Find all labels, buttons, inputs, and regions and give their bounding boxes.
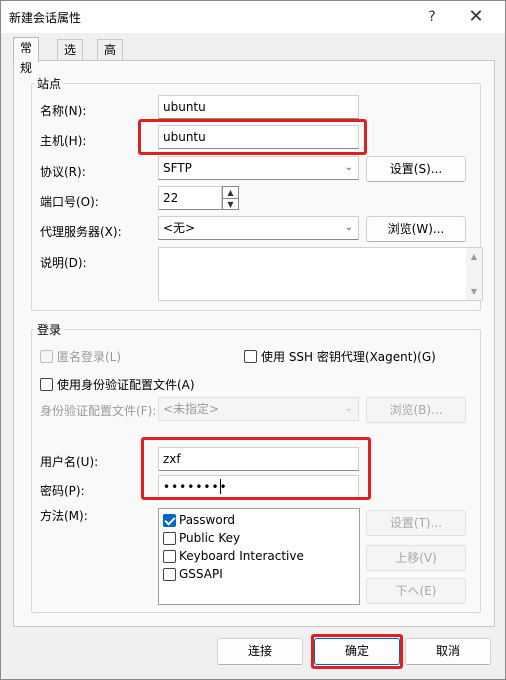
method-public-key-row[interactable]: Public Key: [163, 530, 353, 548]
ssh-agent-label: 使用 SSH 密钥代理(Xagent)(G): [261, 350, 436, 364]
method-gssapi-label: GSSAPI: [179, 567, 223, 581]
method-keyboard-interactive-row[interactable]: Keyboard Interactive: [163, 548, 353, 566]
port-input[interactable]: 22: [158, 186, 222, 210]
proxy-browse-button[interactable]: 浏览(W)...: [366, 216, 466, 242]
chevron-down-icon: ⌄: [344, 403, 353, 414]
anonymous-login-checkbox[interactable]: [40, 350, 53, 363]
host-label: 主机(H):: [40, 134, 87, 148]
stepper-up-icon[interactable]: ▲: [223, 187, 238, 198]
move-up-button[interactable]: 上移(V): [366, 545, 466, 571]
scroll-up-icon[interactable]: ▲: [466, 252, 482, 261]
auth-method-list[interactable]: Password Public Key Keyboard Interactive…: [158, 508, 360, 605]
method-password-row[interactable]: Password: [163, 512, 353, 530]
tab-general[interactable]: 常规: [13, 37, 40, 75]
auth-profile-label: 身份验证配置文件(F):: [40, 404, 157, 418]
protocol-value: SFTP: [163, 161, 192, 175]
proxy-select[interactable]: <无> ⌄: [158, 216, 359, 240]
method-password-label: Password: [179, 513, 236, 527]
text-caret: [220, 479, 221, 494]
site-group-title: 站点: [37, 77, 62, 91]
ok-button[interactable]: 确定: [314, 638, 400, 665]
port-stepper[interactable]: ▲ ▼: [222, 186, 239, 210]
protocol-select[interactable]: SFTP ⌄: [158, 156, 359, 180]
ssh-agent-checkbox[interactable]: [244, 350, 257, 363]
session-properties-dialog: 新建会话属性 ? ✕ 常规 选项 高级 站点 名称(N): ubuntu 主机(…: [0, 0, 506, 680]
method-public-key-checkbox[interactable]: [163, 532, 176, 545]
auth-profile-value: <未指定>: [163, 402, 220, 416]
auth-profile-browse-button[interactable]: 浏览(B)...: [366, 397, 466, 423]
help-icon[interactable]: ?: [419, 5, 445, 29]
tab-panel-general: 站点 名称(N): ubuntu 主机(H): ubuntu 协议(R): SF…: [13, 60, 495, 627]
title-bar: 新建会话属性 ? ✕: [1, 1, 505, 33]
method-label: 方法(M):: [40, 509, 88, 523]
use-auth-profile-label: 使用身份验证配置文件(A): [57, 378, 195, 392]
method-gssapi-checkbox[interactable]: [163, 568, 176, 581]
password-label: 密码(P):: [40, 484, 85, 498]
login-group-title: 登录: [37, 323, 62, 337]
proxy-label: 代理服务器(X):: [40, 225, 122, 239]
method-public-key-label: Public Key: [179, 531, 241, 545]
description-textarea[interactable]: ▲ ▼: [158, 247, 483, 301]
method-keyboard-interactive-checkbox[interactable]: [163, 550, 176, 563]
move-down-button[interactable]: 下へ(E): [366, 578, 466, 604]
name-label: 名称(N):: [40, 104, 87, 118]
use-auth-profile-checkbox[interactable]: [40, 378, 53, 391]
scroll-down-icon[interactable]: ▼: [466, 287, 482, 296]
username-label: 用户名(U):: [40, 455, 99, 469]
tab-options[interactable]: 选项: [57, 39, 84, 77]
username-input[interactable]: zxf: [158, 447, 359, 471]
password-value: ••••••••: [163, 480, 228, 494]
chevron-down-icon: ⌄: [344, 222, 353, 233]
tab-advanced[interactable]: 高级: [97, 39, 124, 77]
description-label: 说明(D):: [40, 256, 87, 270]
port-label: 端口号(O):: [40, 195, 99, 209]
method-keyboard-interactive-label: Keyboard Interactive: [179, 549, 304, 563]
cancel-button[interactable]: 取消: [405, 638, 491, 665]
connect-button[interactable]: 连接: [217, 638, 303, 665]
method-settings-button[interactable]: 设置(T)...: [366, 510, 466, 536]
dialog-title: 新建会话属性: [9, 11, 82, 25]
description-scrollbar[interactable]: ▲ ▼: [466, 248, 482, 300]
proxy-value: <无>: [163, 221, 196, 235]
chevron-down-icon: ⌄: [344, 162, 353, 173]
method-gssapi-row[interactable]: GSSAPI: [163, 566, 353, 584]
method-password-checkbox[interactable]: [163, 514, 176, 527]
auth-profile-select[interactable]: <未指定> ⌄: [158, 397, 359, 421]
protocol-settings-button[interactable]: 设置(S)...: [366, 156, 466, 182]
host-input[interactable]: ubuntu: [158, 125, 359, 149]
stepper-down-icon[interactable]: ▼: [223, 198, 238, 209]
protocol-label: 协议(R):: [40, 165, 86, 179]
name-input[interactable]: ubuntu: [158, 95, 359, 119]
anonymous-login-label: 匿名登录(L): [57, 350, 122, 364]
close-icon[interactable]: ✕: [459, 3, 493, 31]
password-input[interactable]: ••••••••: [158, 475, 359, 499]
